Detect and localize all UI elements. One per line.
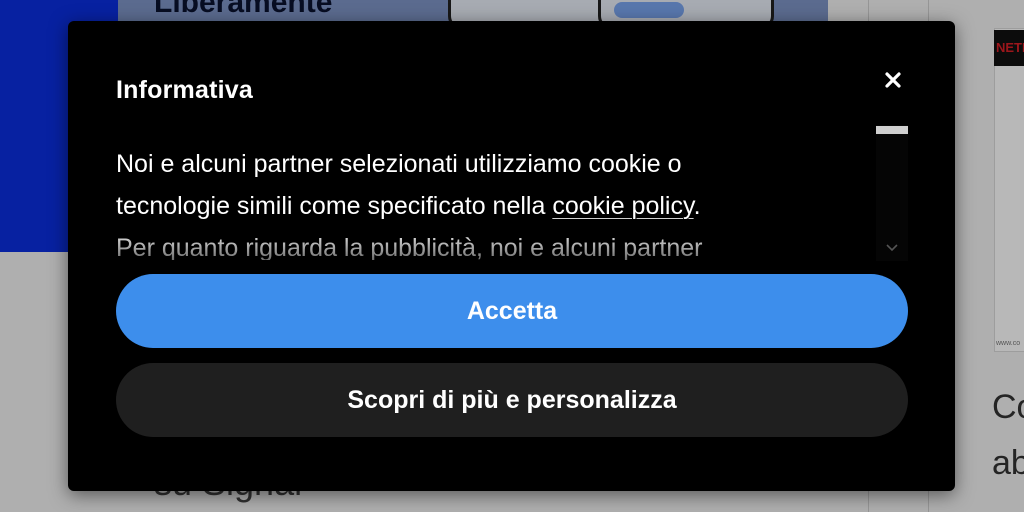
cookie-consent-dialog: Informativa Noi e alcuni partner selezio… bbox=[68, 21, 955, 491]
customize-button[interactable]: Scopri di più e personalizza bbox=[116, 363, 908, 437]
partner-link[interactable]: partner bbox=[623, 234, 702, 260]
scrollbar-thumb[interactable] bbox=[876, 126, 908, 134]
cookie-policy-link[interactable]: cookie policy bbox=[552, 192, 693, 220]
dialog-body-text: Noi e alcuni partner selezionati utilizz… bbox=[116, 143, 796, 260]
close-icon bbox=[878, 65, 908, 95]
body-line: Noi e alcuni partner selezionati utilizz… bbox=[116, 150, 682, 178]
accept-button[interactable]: Accetta bbox=[116, 274, 908, 348]
dialog-title: Informativa bbox=[116, 76, 253, 104]
body-line: tecnologie simili come specificato nella… bbox=[116, 192, 701, 220]
chevron-down-icon[interactable] bbox=[882, 237, 902, 257]
body-line: Per quanto riguarda la pubblicità, noi e… bbox=[116, 234, 703, 260]
close-button[interactable] bbox=[878, 65, 908, 95]
